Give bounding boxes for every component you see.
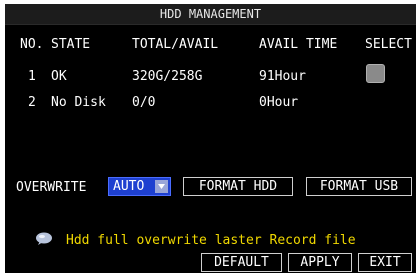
format-hdd-button[interactable]: FORMAT HDD: [183, 177, 293, 196]
window-title: HDD MANAGEMENT: [5, 4, 416, 25]
row-2-state: No Disk: [51, 95, 106, 110]
row-1-state: OK: [51, 69, 67, 84]
column-header-avail-time: AVAIL TIME: [259, 37, 338, 52]
format-usb-button[interactable]: FORMAT USB: [306, 177, 412, 196]
row-2-number: 2: [28, 95, 36, 110]
column-header-total-avail: TOTAL/AVAIL: [132, 37, 219, 52]
overwrite-select-value: AUTO: [113, 179, 145, 194]
apply-button[interactable]: APPLY: [288, 253, 352, 272]
row-2-total-avail: 0/0: [132, 95, 156, 110]
overwrite-select[interactable]: AUTO: [108, 177, 171, 196]
default-button[interactable]: DEFAULT: [201, 253, 282, 272]
row-2-avail-time: 0Hour: [259, 95, 299, 110]
row-1-select-checkbox[interactable]: [366, 64, 385, 83]
speech-bubble-icon: [35, 231, 53, 245]
chevron-down-icon[interactable]: [155, 180, 168, 193]
row-1-number: 1: [28, 69, 36, 84]
hdd-management-window: HDD MANAGEMENT NO. STATE TOTAL/AVAIL AVA…: [5, 4, 416, 273]
exit-button[interactable]: EXIT: [358, 253, 412, 272]
row-1-avail-time: 91Hour: [259, 69, 306, 84]
tip-message: Hdd full overwrite laster Record file: [66, 233, 356, 248]
row-1-total-avail: 320G/258G: [132, 69, 203, 84]
column-header-state: STATE: [51, 37, 91, 52]
column-header-select: SELECT: [365, 37, 412, 52]
overwrite-label: OVERWRITE: [16, 180, 87, 195]
column-header-no: NO.: [20, 37, 44, 52]
